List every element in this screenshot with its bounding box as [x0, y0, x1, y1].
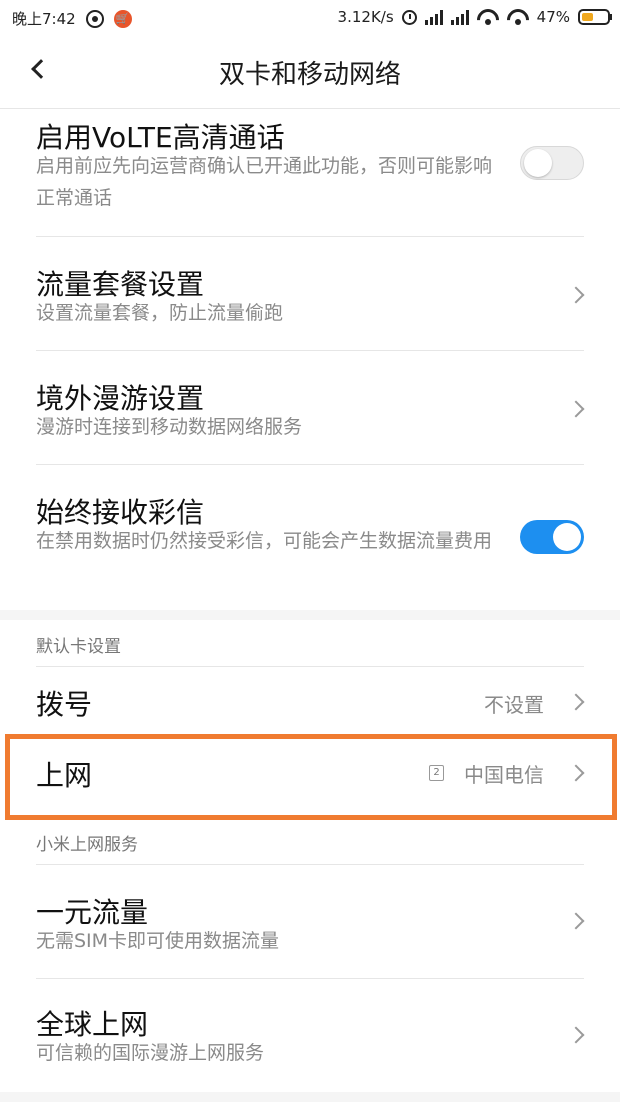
shop-icon: 🛒: [113, 9, 132, 28]
page-title: 双卡和移动网络: [218, 60, 401, 90]
status-bar: 晚上7:42 🛒 3.12K/s 47%: [0, 0, 620, 36]
global-subtitle: 可信赖的国际漫游上网服务: [36, 1042, 265, 1064]
toggle-knob: [553, 523, 581, 551]
setting-global-internet[interactable]: 全球上网 可信赖的国际漫游上网服务: [0, 979, 620, 1091]
signal-icon-2: [450, 9, 469, 25]
data-plan-subtitle: 设置流量套餐，防止流量偷跑: [36, 302, 284, 324]
setting-volte[interactable]: 启用VoLTE高清通话 启用前应先向运营商确认已开通此功能，否则可能影响正常通话: [0, 108, 620, 236]
battery-fill: [582, 13, 594, 21]
dial-title: 拨号: [36, 688, 93, 721]
volte-subtitle: 启用前应先向运营商确认已开通此功能，否则可能影响正常通话: [36, 155, 493, 209]
one-yuan-subtitle: 无需SIM卡即可使用数据流量: [36, 930, 280, 952]
roaming-subtitle: 漫游时连接到移动数据网络服务: [36, 416, 303, 438]
chevron-right-icon: [567, 1026, 585, 1044]
highlight-box: [5, 734, 617, 820]
dial-value: 不设置: [484, 693, 544, 717]
wifi-icon: [477, 9, 499, 25]
section-gap: [0, 610, 620, 620]
chevron-right-icon: [567, 400, 585, 418]
mms-subtitle: 在禁用数据时仍然接受彩信，可能会产生数据流量费用: [36, 530, 493, 552]
setting-roaming[interactable]: 境外漫游设置 漫游时连接到移动数据网络服务: [0, 351, 620, 463]
battery-percent: 47%: [536, 8, 570, 26]
signal-icon: [424, 9, 443, 25]
volte-toggle[interactable]: [520, 146, 584, 180]
wifi-icon-2: [507, 9, 529, 25]
mms-toggle[interactable]: [520, 520, 584, 554]
setting-mms[interactable]: 始终接收彩信 在禁用数据时仍然接受彩信，可能会产生数据流量费用: [0, 465, 620, 609]
nav-bar: 双卡和移动网络: [0, 36, 620, 108]
network-speed: 3.12K/s: [337, 8, 394, 26]
alarm-icon: [401, 9, 417, 25]
bottom-gap: [0, 1092, 620, 1102]
status-right: 3.12K/s 47%: [337, 8, 612, 26]
weibo-icon: [85, 9, 104, 28]
chevron-right-icon: [567, 693, 585, 711]
setting-data-plan[interactable]: 流量套餐设置 设置流量套餐，防止流量偷跑: [0, 237, 620, 349]
battery-icon: [578, 9, 612, 25]
chevron-right-icon: [567, 286, 585, 304]
section-header-mi-services: 小米上网服务: [36, 835, 138, 855]
setting-one-yuan-data[interactable]: 一元流量 无需SIM卡即可使用数据流量: [0, 865, 620, 977]
status-left: 晚上7:42 🛒: [12, 8, 132, 29]
toggle-knob: [524, 149, 552, 177]
status-time: 晚上7:42: [12, 10, 76, 28]
chevron-right-icon: [567, 912, 585, 930]
section-header-default-sim: 默认卡设置: [36, 637, 121, 657]
setting-dial[interactable]: 拨号 不设置: [0, 667, 620, 737]
